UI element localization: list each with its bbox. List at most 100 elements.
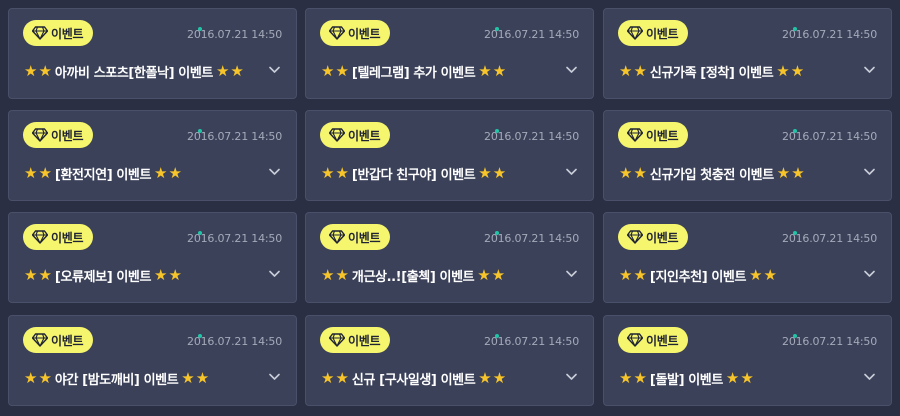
event-card[interactable]: 이벤트 2016.07.21 14:50 ★ ★ [지인추천] 이벤트 ★ ★ [603,212,892,303]
star-icon: ★ [478,369,492,387]
star-icon: ★ [633,62,647,80]
star-icon: ★ [195,369,210,387]
chevron-down-icon[interactable] [566,168,577,176]
event-date: 2016.07.21 14:50 [782,130,877,143]
event-card[interactable]: 이벤트 2016.07.21 14:50 ★ ★ 개근상..![출첵] 이벤트 … [305,212,594,303]
star-icon: ★ [776,164,791,182]
badge-label: 이벤트 [348,128,381,143]
chevron-down-icon[interactable] [269,373,280,381]
star-icon: ★ [619,62,633,80]
star-icon: ★ [38,164,52,182]
star-icon: ★ [776,62,790,80]
star-icon: ★ [181,369,195,387]
star-icon: ★ [24,369,38,387]
diamond-icon [627,26,643,40]
star-icon: ★ [633,266,647,284]
diamond-icon [32,333,48,347]
event-card[interactable]: 이벤트 2016.07.21 14:50 ★ ★ [텔레그램] 추가 이벤트 ★… [305,8,594,99]
event-badge: 이벤트 [320,224,391,250]
badge-label: 이벤트 [51,128,84,143]
chevron-down-icon[interactable] [269,66,280,74]
star-icon: ★ [154,266,168,284]
event-title: [반갑다 친구야] 이벤트 [351,168,476,183]
event-badge: 이벤트 [618,20,689,46]
event-card[interactable]: 이벤트 2016.07.21 14:50 ★ ★ [반갑다 친구야] 이벤트 ★… [305,110,594,201]
star-icon: ★ [633,164,647,182]
diamond-icon [329,333,345,347]
event-title-row: ★ ★ [환전지연] 이벤트 ★ ★ [24,164,182,184]
chevron-down-icon[interactable] [566,373,577,381]
event-card[interactable]: 이벤트 2016.07.21 14:50 ★ ★ [돌발] 이벤트 ★ ★ [603,315,892,406]
chevron-down-icon[interactable] [269,270,280,278]
diamond-icon [627,128,643,142]
event-title: 신규 [구사일생] 이벤트 [351,373,476,388]
chevron-down-icon[interactable] [566,270,577,278]
chevron-down-icon[interactable] [864,373,875,381]
star-icon: ★ [791,164,805,182]
event-badge: 이벤트 [23,224,94,250]
event-badge: 이벤트 [320,20,391,46]
star-icon: ★ [619,266,633,284]
event-card[interactable]: 이벤트 2016.07.21 14:50 ★ ★ [오류제보] 이벤트 ★ ★ [8,212,297,303]
star-icon: ★ [335,266,349,284]
event-date: 2016.07.21 14:50 [484,28,579,41]
event-title: 개근상..![출첵] 이벤트 [351,270,475,285]
badge-label: 이벤트 [51,230,84,245]
badge-label: 이벤트 [646,333,679,348]
chevron-down-icon[interactable] [864,168,875,176]
event-title: [환전지연] 이벤트 [54,168,152,183]
event-title: 야간 [밤도깨비] 이벤트 [54,373,179,388]
star-icon: ★ [763,266,777,284]
event-card[interactable]: 이벤트 2016.07.21 14:50 ★ ★ 신규가입 첫충전 이벤트 ★ … [603,110,892,201]
badge-label: 이벤트 [646,230,679,245]
star-icon: ★ [725,369,740,387]
star-icon: ★ [335,164,349,182]
event-title-row: ★ ★ 야간 [밤도깨비] 이벤트 ★ ★ [24,369,210,389]
event-badge: 이벤트 [618,224,689,250]
event-date: 2016.07.21 14:50 [782,28,877,41]
event-date: 2016.07.21 14:50 [187,335,282,348]
event-date: 2016.07.21 14:50 [484,130,579,143]
event-date: 2016.07.21 14:50 [782,232,877,245]
diamond-icon [627,230,643,244]
event-title-row: ★ ★ [돌발] 이벤트 ★ ★ [619,369,754,389]
event-badge: 이벤트 [23,122,94,148]
star-icon: ★ [478,62,492,80]
badge-label: 이벤트 [646,128,679,143]
event-date: 2016.07.21 14:50 [484,232,579,245]
event-title: 신규가입 첫충전 이벤트 [649,168,774,183]
star-icon: ★ [38,266,52,284]
star-icon: ★ [321,266,335,284]
event-card[interactable]: 이벤트 2016.07.21 14:50 ★ ★ 신규가족 [정착] 이벤트 ★… [603,8,892,99]
star-icon: ★ [168,164,182,182]
event-card[interactable]: 이벤트 2016.07.21 14:50 ★ ★ 야간 [밤도깨비] 이벤트 ★… [8,315,297,406]
star-icon: ★ [492,369,507,387]
event-title: [오류제보] 이벤트 [54,270,152,285]
star-icon: ★ [477,266,491,284]
event-title-row: ★ ★ [반갑다 친구야] 이벤트 ★ ★ [321,164,507,184]
event-card[interactable]: 이벤트 2016.07.21 14:50 ★ ★ [환전지연] 이벤트 ★ ★ [8,110,297,201]
event-card[interactable]: 이벤트 2016.07.21 14:50 ★ ★ 아까비 스포츠[한폴낙] 이벤… [8,8,297,99]
event-card[interactable]: 이벤트 2016.07.21 14:50 ★ ★ 신규 [구사일생] 이벤트 ★… [305,315,594,406]
event-title-row: ★ ★ 아까비 스포츠[한폴낙] 이벤트 ★ ★ [24,62,244,82]
star-icon: ★ [335,62,349,80]
chevron-down-icon[interactable] [269,168,280,176]
badge-label: 이벤트 [348,230,381,245]
badge-label: 이벤트 [646,26,679,41]
star-icon: ★ [230,62,244,80]
badge-label: 이벤트 [348,26,381,41]
chevron-down-icon[interactable] [566,66,577,74]
star-icon: ★ [633,369,647,387]
star-icon: ★ [154,164,168,182]
event-badge: 이벤트 [320,122,391,148]
event-grid: 이벤트 2016.07.21 14:50 ★ ★ 아까비 스포츠[한폴낙] 이벤… [0,0,900,416]
diamond-icon [627,333,643,347]
star-icon: ★ [492,62,507,80]
chevron-down-icon[interactable] [864,270,875,278]
star-icon: ★ [321,164,335,182]
star-icon: ★ [478,164,492,182]
diamond-icon [329,230,345,244]
chevron-down-icon[interactable] [864,66,875,74]
star-icon: ★ [492,164,507,182]
badge-label: 이벤트 [51,26,84,41]
